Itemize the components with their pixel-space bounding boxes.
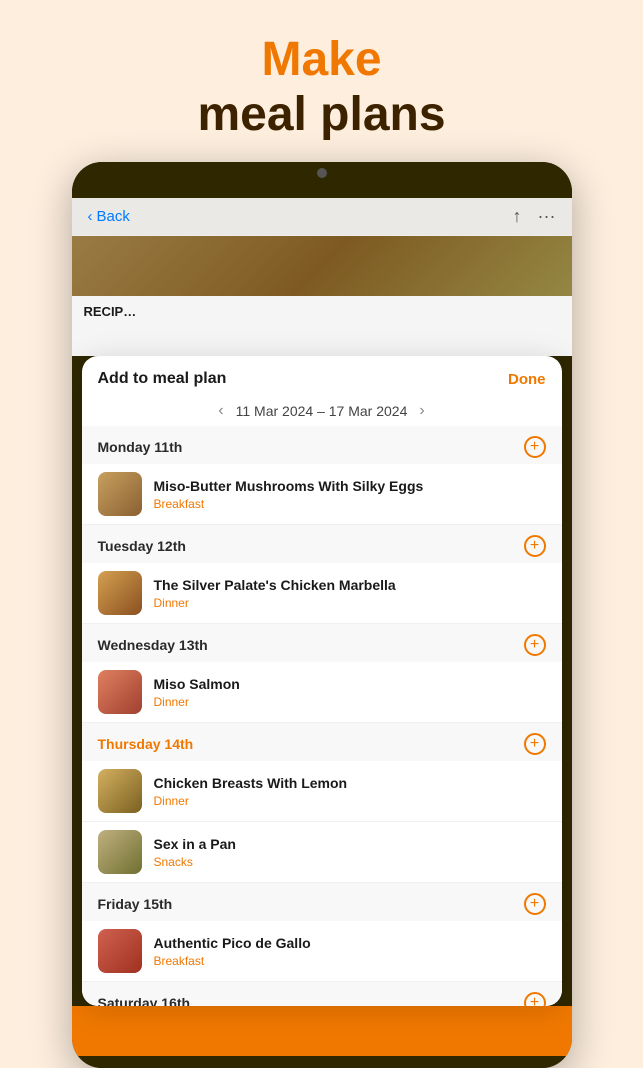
recipe-meal-type: Breakfast xyxy=(154,497,546,511)
recipe-thumbnail xyxy=(98,769,142,813)
day-add-button-0[interactable]: + xyxy=(524,436,546,458)
day-label-0: Monday 11th xyxy=(98,439,183,455)
bg-recipe-label: RECIP… xyxy=(84,304,560,319)
recipe-thumbnail xyxy=(98,929,142,973)
day-header-2: Wednesday 13th + xyxy=(82,624,562,662)
day-header-4: Friday 15th + xyxy=(82,883,562,921)
recipe-item[interactable]: Sex in a Pan Snacks xyxy=(82,822,562,883)
device-top-bar xyxy=(72,162,572,198)
day-header-3: Thursday 14th + xyxy=(82,723,562,761)
recipe-item[interactable]: The Silver Palate's Chicken Marbella Dinn… xyxy=(82,563,562,624)
recipe-meal-type: Dinner xyxy=(154,794,546,808)
day-section-5: Saturday 16th+No recipes yet xyxy=(82,982,562,1006)
recipe-meal-type: Dinner xyxy=(154,695,546,709)
add-to-meal-plan-modal: Add to meal plan Done ‹ 11 Mar 2024 – 17… xyxy=(82,356,562,1006)
device-camera xyxy=(317,168,327,178)
day-label-4: Friday 15th xyxy=(98,896,173,912)
hero-make: Make xyxy=(197,32,445,87)
back-button[interactable]: ‹ Back xyxy=(88,208,130,225)
next-week-button[interactable]: › xyxy=(419,402,424,420)
device-bottom-bar xyxy=(72,1056,572,1068)
modal-title: Add to meal plan xyxy=(98,370,227,388)
hero-subtitle: meal plans xyxy=(197,87,445,142)
day-section-3: Thursday 14th + Chicken Breasts With Lemon… xyxy=(82,723,562,883)
back-chevron-icon: ‹ xyxy=(88,208,93,225)
recipe-info: Chicken Breasts With Lemon Dinner xyxy=(154,774,546,808)
day-section-1: Tuesday 12th + The Silver Palate's Chicken… xyxy=(82,525,562,624)
recipe-thumbnail xyxy=(98,670,142,714)
bottom-bar xyxy=(72,1006,572,1056)
recipe-info: Authentic Pico de Gallo Breakfast xyxy=(154,934,546,968)
hero-section: Make meal plans xyxy=(197,0,445,162)
device-frame: ‹ Back ↑ ··· RECIP… Add to meal plan Don… xyxy=(72,162,572,1068)
recipe-meal-type: Snacks xyxy=(154,855,546,869)
share-icon[interactable]: ↑ xyxy=(513,206,522,227)
day-header-5: Saturday 16th + xyxy=(82,982,562,1006)
app-nav-bar: ‹ Back ↑ ··· xyxy=(72,198,572,236)
recipe-info: Miso-Butter Mushrooms With Silky Eggs Bre… xyxy=(154,477,546,511)
recipe-item[interactable]: Authentic Pico de Gallo Breakfast xyxy=(82,921,562,982)
day-add-button-1[interactable]: + xyxy=(524,535,546,557)
app-hero-background xyxy=(72,236,572,296)
day-label-3: Thursday 14th xyxy=(98,736,194,752)
more-icon[interactable]: ··· xyxy=(538,206,556,227)
recipe-info: Sex in a Pan Snacks xyxy=(154,835,546,869)
prev-week-button[interactable]: ‹ xyxy=(218,402,223,420)
date-navigation: ‹ 11 Mar 2024 – 17 Mar 2024 › xyxy=(82,396,562,426)
day-add-button-2[interactable]: + xyxy=(524,634,546,656)
recipe-info: Miso Salmon Dinner xyxy=(154,675,546,709)
device-notch xyxy=(277,162,367,182)
day-add-button-4[interactable]: + xyxy=(524,893,546,915)
recipe-meal-type: Breakfast xyxy=(154,954,546,968)
recipe-meal-type: Dinner xyxy=(154,596,546,610)
day-add-button-5[interactable]: + xyxy=(524,992,546,1006)
app-content-background: RECIP… xyxy=(72,296,572,356)
day-header-0: Monday 11th + xyxy=(82,426,562,464)
recipe-name: Miso Salmon xyxy=(154,675,546,693)
date-range-label: 11 Mar 2024 – 17 Mar 2024 xyxy=(236,403,408,419)
recipe-info: The Silver Palate's Chicken Marbella Dinn… xyxy=(154,576,546,610)
day-section-2: Wednesday 13th + Miso Salmon Dinner xyxy=(82,624,562,723)
day-label-1: Tuesday 12th xyxy=(98,538,186,554)
day-section-4: Friday 15th + Authentic Pico de Gallo Break… xyxy=(82,883,562,982)
day-label-2: Wednesday 13th xyxy=(98,637,208,653)
recipe-item[interactable]: Miso-Butter Mushrooms With Silky Eggs Bre… xyxy=(82,464,562,525)
recipe-name: Chicken Breasts With Lemon xyxy=(154,774,546,792)
recipe-name: The Silver Palate's Chicken Marbella xyxy=(154,576,546,594)
recipe-name: Sex in a Pan xyxy=(154,835,546,853)
day-label-5: Saturday 16th xyxy=(98,995,191,1006)
day-header-1: Tuesday 12th + xyxy=(82,525,562,563)
recipe-name: Authentic Pico de Gallo xyxy=(154,934,546,952)
day-section-0: Monday 11th + Miso-Butter Mushrooms With S… xyxy=(82,426,562,525)
day-add-button-3[interactable]: + xyxy=(524,733,546,755)
recipe-item[interactable]: Chicken Breasts With Lemon Dinner xyxy=(82,761,562,822)
modal-header: Add to meal plan Done xyxy=(82,356,562,396)
recipe-name: Miso-Butter Mushrooms With Silky Eggs xyxy=(154,477,546,495)
back-label: Back xyxy=(97,208,130,225)
modal-body: Monday 11th + Miso-Butter Mushrooms With S… xyxy=(82,426,562,1006)
recipe-thumbnail xyxy=(98,571,142,615)
nav-actions: ↑ ··· xyxy=(513,206,556,227)
recipe-thumbnail xyxy=(98,830,142,874)
recipe-item[interactable]: Miso Salmon Dinner xyxy=(82,662,562,723)
modal-done-button[interactable]: Done xyxy=(508,371,546,388)
recipe-thumbnail xyxy=(98,472,142,516)
